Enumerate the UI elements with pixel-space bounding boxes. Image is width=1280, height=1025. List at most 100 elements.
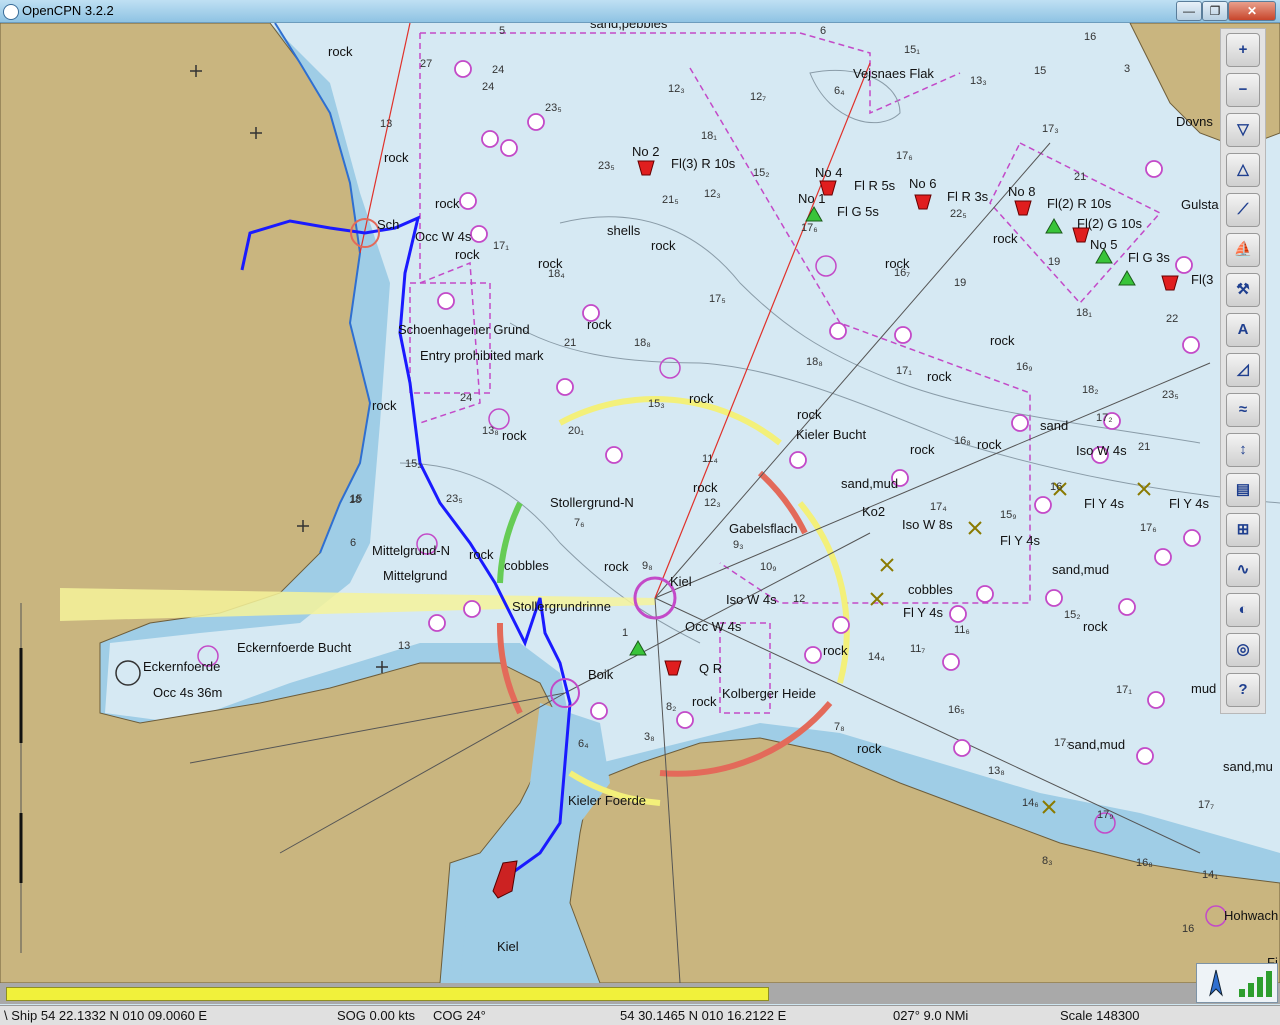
depth-sounding: 27 [420,58,433,70]
zoom-out-icon[interactable]: − [1226,73,1260,107]
obstruction-icon[interactable] [789,451,807,469]
depth-sounding: 18₁ [701,130,717,142]
obstruction-icon[interactable] [1136,747,1154,765]
obstruction-icon[interactable] [1045,589,1063,607]
obstruction-icon[interactable] [1118,598,1136,616]
obstruction-icon[interactable] [1175,256,1193,274]
depth-sounding: 20₁ [568,425,584,437]
zoom-in-icon[interactable]: + [1226,33,1260,67]
red-buoy-icon[interactable] [664,660,682,676]
settings-icon[interactable]: ⚒ [1226,273,1260,307]
obstruction-icon[interactable] [605,446,623,464]
depth-sounding: 17₆ [801,222,818,234]
special-mark-icon[interactable] [880,558,894,572]
chart-label: rock [692,694,717,709]
gps-signal-icon [1239,971,1272,997]
track-icon[interactable]: ∿ [1226,553,1260,587]
man-overboard-icon[interactable]: ◎ [1226,633,1260,667]
close-button[interactable]: ✕ [1228,1,1276,21]
obstruction-icon[interactable] [1145,160,1163,178]
eckernfoerde-lighthouse-icon[interactable] [115,660,141,686]
green-buoy-icon[interactable] [629,639,647,656]
depth-sounding: 17₄ [930,501,947,513]
light-label: Iso W 4s [726,592,777,607]
compass-gps-widget[interactable] [1196,963,1278,1003]
title-bar: OpenCPN 3.2.2 — ❐ ✕ [0,0,1280,23]
depth-sounding: 18₁ [1076,307,1092,319]
place-label: Hohwach [1224,908,1279,923]
current-icon[interactable]: ◿ [1226,353,1260,387]
place-label: Boik [588,667,614,682]
route-manager-icon[interactable]: ⊞ [1226,513,1260,547]
depth-sounding: 13 [380,118,393,130]
obstruction-icon[interactable] [459,192,477,210]
special-mark-icon[interactable] [1137,482,1151,496]
obstruction-icon[interactable] [1011,414,1029,432]
obstruction-icon[interactable] [463,600,481,618]
obstruction-icon[interactable] [527,113,545,131]
light-label: Fl Y 4s [1169,496,1209,511]
chart-canvas[interactable]: Vejsnaes Flak rock rock rock rock rock r… [0,23,1280,983]
chart-label: rock [993,231,1018,246]
chart-bar-fill[interactable] [6,987,769,1001]
minimize-button[interactable]: — [1176,1,1202,21]
green-buoy-icon[interactable] [1045,217,1063,234]
obstruction-icon[interactable] [1147,691,1165,709]
help-icon[interactable]: ? [1226,673,1260,707]
chart-label: rock [1083,619,1108,634]
obstruction-icon[interactable] [556,378,574,396]
obstruction-icon[interactable] [470,225,488,243]
obstruction-icon[interactable] [1154,548,1172,566]
chart-label: rock [384,150,409,165]
course-over-ground: COG 24° [433,1008,486,1023]
print-icon[interactable]: ▤ [1226,473,1260,507]
chart-label: sand [1040,418,1069,433]
obstruction-icon[interactable] [437,292,455,310]
obstruction-icon[interactable] [1183,529,1201,547]
green-buoy-icon[interactable] [805,205,823,222]
land-west [0,23,561,983]
caution-icon[interactable] [659,357,681,379]
text-icon[interactable]: A [1226,313,1260,347]
maximize-button[interactable]: ❐ [1202,1,1228,21]
special-mark-icon[interactable] [968,521,982,535]
depth-sounding: 12₃ [704,497,721,509]
obstruction-icon[interactable] [428,614,446,632]
obstruction-icon[interactable] [1034,496,1052,514]
obstruction-icon[interactable] [454,60,472,78]
scale-in-icon[interactable]: ▽ [1226,113,1260,147]
caution-icon[interactable] [815,255,837,277]
obstruction-icon[interactable] [949,605,967,623]
depth-sounding: 11₆ [954,624,970,636]
route-icon[interactable]: ⟋ [1226,193,1260,227]
obstruction-icon[interactable] [832,616,850,634]
color-scheme-icon[interactable]: ◐ [1226,593,1260,627]
red-buoy-icon[interactable] [637,160,655,176]
obstruction-icon[interactable] [894,326,912,344]
red-buoy-icon[interactable] [914,194,932,210]
obstruction-icon[interactable] [481,130,499,148]
green-buoy-icon[interactable] [1118,269,1136,286]
sector-yellow-north [558,396,782,446]
obstruction-icon[interactable] [804,646,822,664]
red-buoy-icon[interactable] [1014,200,1032,216]
depth-sounding: 16 [1050,481,1063,493]
obstruction-icon[interactable] [829,322,847,340]
scale-out-icon[interactable]: △ [1226,153,1260,187]
auto-follow-icon[interactable]: ⛵ [1226,233,1260,267]
obstruction-icon[interactable] [676,711,694,729]
obstruction-icon[interactable] [1182,336,1200,354]
bearing-distance: 027° 9.0 NMi [893,1008,969,1023]
tide-icon[interactable]: ≈ [1226,393,1260,427]
tide-height-icon[interactable]: ↕ [1226,433,1260,467]
place-label: Kiel [670,574,692,589]
obstruction-icon[interactable] [942,653,960,671]
red-buoy-icon[interactable] [1161,275,1179,291]
obstruction-icon[interactable] [500,139,518,157]
buoy-label: No 6 [909,176,937,191]
chart-label: sand,mud [1052,562,1110,577]
depth-sounding: 8₃ [1042,855,1053,867]
obstruction-icon[interactable] [976,585,994,603]
obstruction-icon[interactable] [590,702,608,720]
obstruction-icon[interactable] [953,739,971,757]
